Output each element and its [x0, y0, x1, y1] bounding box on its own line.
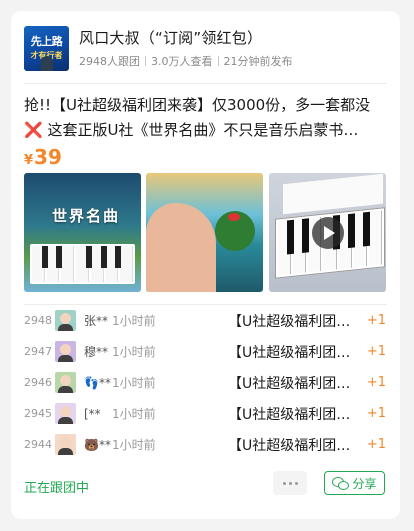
avatar [55, 341, 76, 362]
meta-separator [217, 56, 219, 66]
account-header[interactable]: 先上路 才有行者 风口大叔（“订阅”领红包） 2948人跟团 3.0万人查看 2… [24, 26, 390, 72]
order-index: 2946 [24, 376, 52, 389]
order-row[interactable]: 2947 穆** 1小时前 【U社超级福利团… +1 [24, 336, 386, 367]
order-index: 2947 [24, 345, 52, 358]
product-image-page[interactable] [146, 173, 263, 292]
more-dot-icon [294, 481, 298, 485]
order-item-title: 【U社超级福利团… [228, 313, 351, 330]
buyer-name: [** [84, 406, 101, 421]
posted-time: 21分钟前发布 [223, 55, 293, 68]
account-title[interactable]: 风口大叔（“订阅”领红包） [79, 27, 262, 48]
header-divider [24, 83, 387, 84]
more-dot-icon [282, 481, 286, 485]
price: ¥ 39 [24, 145, 62, 169]
group-buy-card[interactable]: 先上路 才有行者 风口大叔（“订阅”领红包） 2948人跟团 3.0万人查看 2… [11, 11, 400, 519]
more-dot-icon [288, 481, 292, 485]
share-label: 分享 [352, 476, 377, 491]
avatar [55, 372, 76, 393]
order-time: 1小时前 [112, 438, 156, 452]
order-quantity: +1 [366, 437, 386, 452]
post-description[interactable]: 抢!!【U社超级福利团来袭】仅3000份，多一套都没 ❌ 这套正版U社《世界名曲… [24, 93, 389, 143]
book-cover-title: 世界名曲 [52, 207, 121, 225]
order-time: 1小时前 [112, 376, 156, 390]
order-row[interactable]: 2945 [** 1小时前 【U社超级福利团… +1 [24, 398, 386, 429]
post-description-line: ❌ 这套正版U社《世界名曲》不只是音乐启蒙书… [24, 121, 359, 139]
order-time: 1小时前 [112, 314, 156, 328]
account-logo: 先上路 才有行者 [24, 26, 69, 71]
order-row[interactable]: 2946 👣** 1小时前 【U社超级福利团… +1 [24, 367, 386, 398]
buyer-name: 张** [84, 314, 109, 328]
more-options-button[interactable] [273, 471, 307, 495]
order-item-title: 【U社超级福利团… [228, 375, 351, 392]
piano-keys-illustration [30, 244, 135, 284]
hand-illustration [146, 203, 216, 292]
post-description-line: 抢!!【U社超级福利团来袭】仅3000份，多一套都没 [24, 96, 371, 114]
price-currency: ¥ [24, 153, 34, 168]
order-index: 2944 [24, 438, 52, 451]
order-index: 2945 [24, 407, 52, 420]
order-quantity: +1 [366, 375, 386, 390]
order-quantity: +1 [366, 313, 386, 328]
meta-separator [145, 56, 146, 66]
buyer-name: 🐻** [84, 437, 111, 452]
view-count: 3.0万人查看 [151, 55, 213, 68]
avatar [55, 310, 76, 331]
avatar [55, 403, 76, 424]
group-status: 正在跟团中 [24, 481, 90, 496]
follower-count: 2948人跟团 [79, 55, 140, 68]
order-row[interactable]: 2948 张** 1小时前 【U社超级福利团… +1 [24, 305, 386, 336]
product-video-thumbnail[interactable] [269, 173, 386, 292]
order-item-title: 【U社超级福利团… [228, 344, 351, 361]
order-time: 1小时前 [112, 345, 156, 359]
logo-person-icon [41, 56, 53, 71]
avatar [55, 434, 76, 455]
product-images: 世界名曲 [24, 173, 386, 292]
order-quantity: +1 [366, 406, 386, 421]
buyer-name: 穆** [84, 345, 109, 359]
buyer-name: 👣** [84, 375, 111, 390]
wechat-icon [332, 476, 350, 490]
account-meta: 2948人跟团 3.0万人查看 21分钟前发布 [79, 53, 293, 69]
logo-text-top: 先上路 [30, 35, 63, 48]
order-item-title: 【U社超级福利团… [228, 437, 351, 454]
play-icon[interactable] [312, 217, 344, 249]
share-button[interactable]: 分享 [324, 471, 385, 495]
order-row[interactable]: 2944 🐻** 1小时前 【U社超级福利团… +1 [24, 429, 386, 460]
order-time: 1小时前 [112, 407, 156, 421]
order-list: 2948 张** 1小时前 【U社超级福利团… +1 2947 穆** 1小时前… [24, 305, 386, 460]
order-item-title: 【U社超级福利团… [228, 406, 351, 423]
order-index: 2948 [24, 314, 52, 327]
product-image-book-cover[interactable]: 世界名曲 [24, 173, 141, 292]
bird-illustration [228, 213, 240, 221]
order-quantity: +1 [366, 344, 386, 359]
price-value: 39 [34, 145, 62, 169]
